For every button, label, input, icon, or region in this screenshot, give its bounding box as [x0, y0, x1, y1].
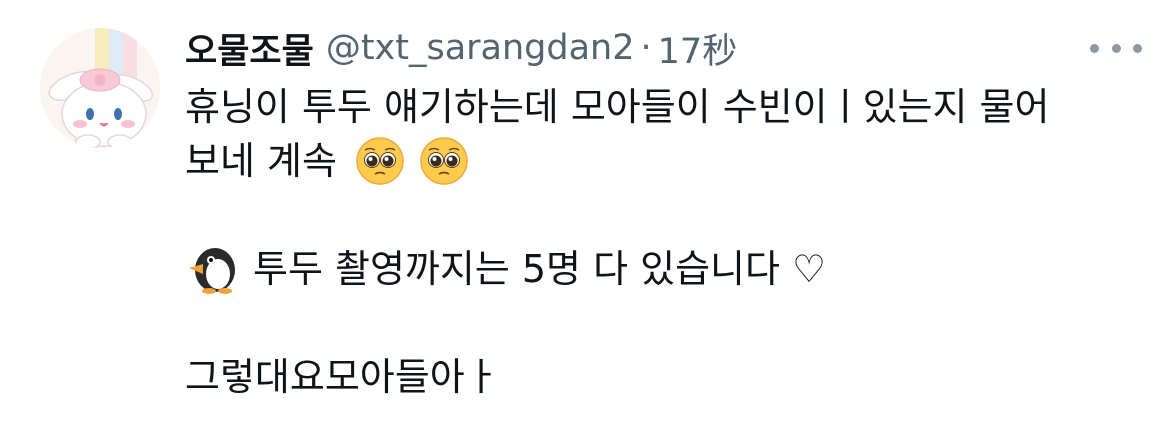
tweet-text-line: 투두 촬영까지는 5명 다 있습니다 ♡: [253, 247, 827, 291]
tweet-text-line: 휴닝이 투두 얘기하는데 모아들이 수빈이ㅣ있는지 물어: [185, 85, 1050, 129]
tweet-header: 오물조물 @txt_sarangdan2 · 17秒: [185, 24, 737, 72]
more-dot: [1090, 43, 1099, 53]
user-handle[interactable]: @txt_sarangdan2: [326, 28, 635, 68]
timestamp[interactable]: 17秒: [658, 23, 738, 74]
tweet-text-line: 그렇대요모아들아ㅏ: [185, 355, 500, 399]
penguin-emoji: [185, 244, 239, 294]
tweet-line-4: 그렇대요모아들아ㅏ: [185, 350, 1145, 404]
pleading-face-emoji: [419, 136, 469, 186]
more-dot: [1133, 43, 1142, 53]
more-dot: [1111, 43, 1121, 53]
tweet-line-2: 보네 계속: [185, 134, 1145, 188]
avatar[interactable]: [40, 28, 160, 148]
tweet-text: 휴닝이 투두 얘기하는데 모아들이 수빈이ㅣ있는지 물어 보네 계속 투두 촬영…: [185, 80, 1145, 404]
tweet-line-3: 투두 촬영까지는 5명 다 있습니다 ♡: [185, 242, 1145, 296]
pleading-face-emoji: [355, 136, 405, 186]
tweet-line-1: 휴닝이 투두 얘기하는데 모아들이 수빈이ㅣ있는지 물어: [185, 80, 1145, 134]
tweet-text-line: 보네 계속: [185, 139, 337, 183]
display-name[interactable]: 오물조물: [185, 23, 314, 74]
separator: ·: [640, 28, 652, 68]
tweet: 오물조물 @txt_sarangdan2 · 17秒 휴닝이 투두 얘기하는데 …: [0, 0, 1170, 442]
more-options-icon[interactable]: [1090, 34, 1142, 62]
